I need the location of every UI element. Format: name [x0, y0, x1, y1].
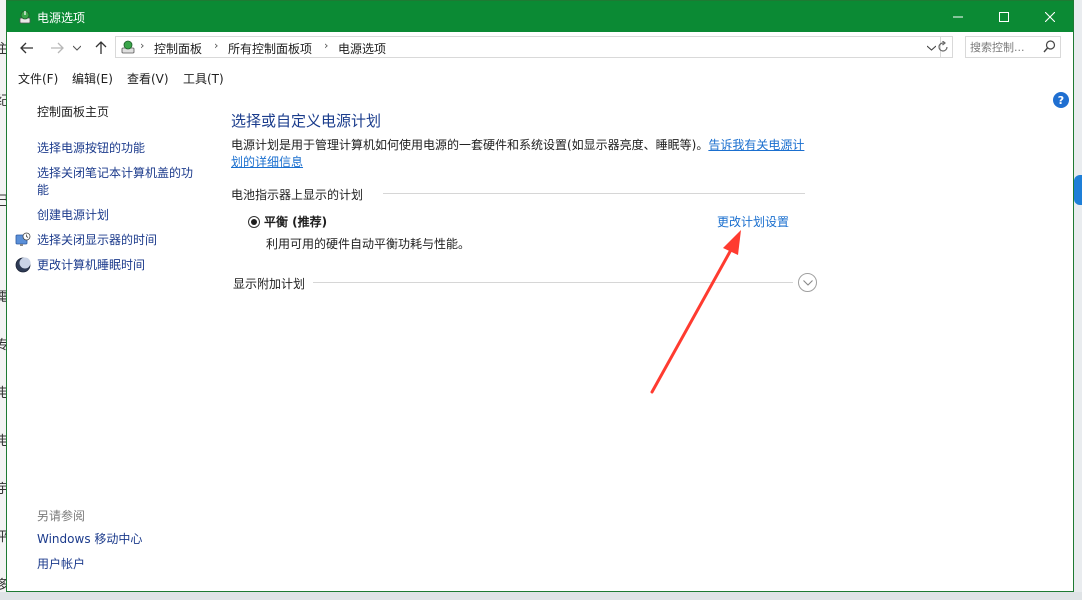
section-divider — [383, 193, 805, 194]
breadcrumb-all-items[interactable]: 所有控制面板项 — [228, 40, 312, 57]
change-plan-settings-link[interactable]: 更改计划设置 — [717, 213, 789, 230]
page-title: 选择或自定义电源计划 — [231, 112, 382, 130]
see-also-mobility-center[interactable]: Windows 移动中心 — [37, 531, 142, 548]
maximize-button[interactable] — [981, 1, 1027, 32]
window-title: 电源选项 — [37, 11, 86, 25]
chevron-down-icon — [802, 279, 813, 286]
minimize-button[interactable] — [935, 1, 981, 32]
expand-additional-plans-button[interactable] — [798, 273, 817, 292]
sidebar-control-panel-home[interactable]: 控制面板主页 — [37, 104, 109, 121]
menu-edit[interactable]: 编辑(E) — [72, 70, 113, 87]
see-also-label: 另请参阅 — [37, 509, 86, 523]
sidebar-item-create-plan[interactable]: 创建电源计划 — [37, 207, 109, 224]
sidebar-item-sleep-time[interactable]: 更改计算机睡眠时间 — [37, 257, 145, 274]
power-options-window: 电源选项 › 控制面板 › 所有控制面板项 › 电源选项 搜索控制... 文件(… — [6, 0, 1074, 592]
plan-balanced-radio[interactable] — [248, 216, 260, 228]
breadcrumb-separator-icon: › — [214, 39, 219, 52]
sidebar-item-display-off-time[interactable]: 选择关闭显示器的时间 — [37, 232, 157, 249]
breadcrumb-control-panel[interactable]: 控制面板 — [154, 40, 202, 57]
refresh-button[interactable] — [933, 36, 953, 58]
breadcrumb-power-options[interactable]: 电源选项 — [338, 40, 386, 57]
address-bar[interactable]: › 控制面板 › 所有控制面板项 › 电源选项 — [115, 36, 941, 58]
menu-bar: 文件(F) 编辑(E) 查看(V) 工具(T) — [7, 64, 1073, 90]
show-additional-plans-label[interactable]: 显示附加计划 — [233, 275, 305, 292]
search-input[interactable] — [970, 38, 1040, 56]
close-icon — [1045, 11, 1055, 22]
breadcrumb-separator-icon: › — [324, 39, 329, 52]
section-battery-plans: 电池指示器上显示的计划 — [231, 188, 364, 202]
refresh-icon — [937, 41, 948, 52]
sidebar-item-lid-close[interactable]: 选择关闭笔记本计算机盖的功能 — [37, 165, 202, 199]
maximize-icon — [999, 11, 1009, 22]
search-box[interactable] — [965, 36, 1061, 58]
menu-view[interactable]: 查看(V) — [127, 70, 169, 87]
arrow-up-icon — [95, 41, 107, 54]
minimize-icon — [953, 16, 963, 17]
navigation-bar: › 控制面板 › 所有控制面板项 › 电源选项 — [7, 32, 1073, 64]
recent-locations-button[interactable] — [71, 38, 83, 58]
help-icon[interactable]: ? — [1053, 92, 1069, 108]
breadcrumb-separator-icon: › — [140, 39, 145, 52]
arrow-left-icon — [20, 42, 33, 54]
moon-icon — [15, 257, 31, 273]
description-text: 电源计划是用于管理计算机如何使用电源的一套硬件和系统设置(如显示器亮度、睡眠等)… — [231, 138, 709, 152]
back-button[interactable] — [17, 38, 37, 58]
see-also-user-accounts[interactable]: 用户帐户 — [37, 556, 85, 573]
sidebar-item-power-buttons[interactable]: 选择电源按钮的功能 — [37, 140, 145, 157]
sidebar: 控制面板主页 选择电源按钮的功能 选择关闭笔记本计算机盖的功能 创建电源计划 选… — [7, 90, 217, 591]
arrow-right-icon — [51, 42, 64, 54]
up-button[interactable] — [91, 38, 111, 58]
plan-balanced-description: 利用可用的硬件自动平衡功耗与性能。 — [266, 237, 471, 251]
chevron-down-icon — [73, 45, 81, 51]
background-desktop-bottom — [0, 592, 1082, 600]
search-icon[interactable] — [1043, 40, 1056, 56]
close-button[interactable] — [1027, 1, 1073, 32]
plan-balanced-name[interactable]: 平衡 (推荐) — [264, 213, 327, 230]
control-panel-icon — [120, 39, 136, 55]
title-bar[interactable]: 电源选项 — [7, 1, 1073, 32]
section-divider — [313, 282, 793, 283]
menu-file[interactable]: 文件(F) — [18, 70, 58, 87]
display-clock-icon — [15, 232, 31, 248]
page-description: 电源计划是用于管理计算机如何使用电源的一套硬件和系统设置(如显示器亮度、睡眠等)… — [231, 137, 811, 171]
forward-button[interactable] — [47, 38, 67, 58]
power-options-icon — [17, 9, 33, 25]
menu-tools[interactable]: 工具(T) — [183, 70, 224, 87]
